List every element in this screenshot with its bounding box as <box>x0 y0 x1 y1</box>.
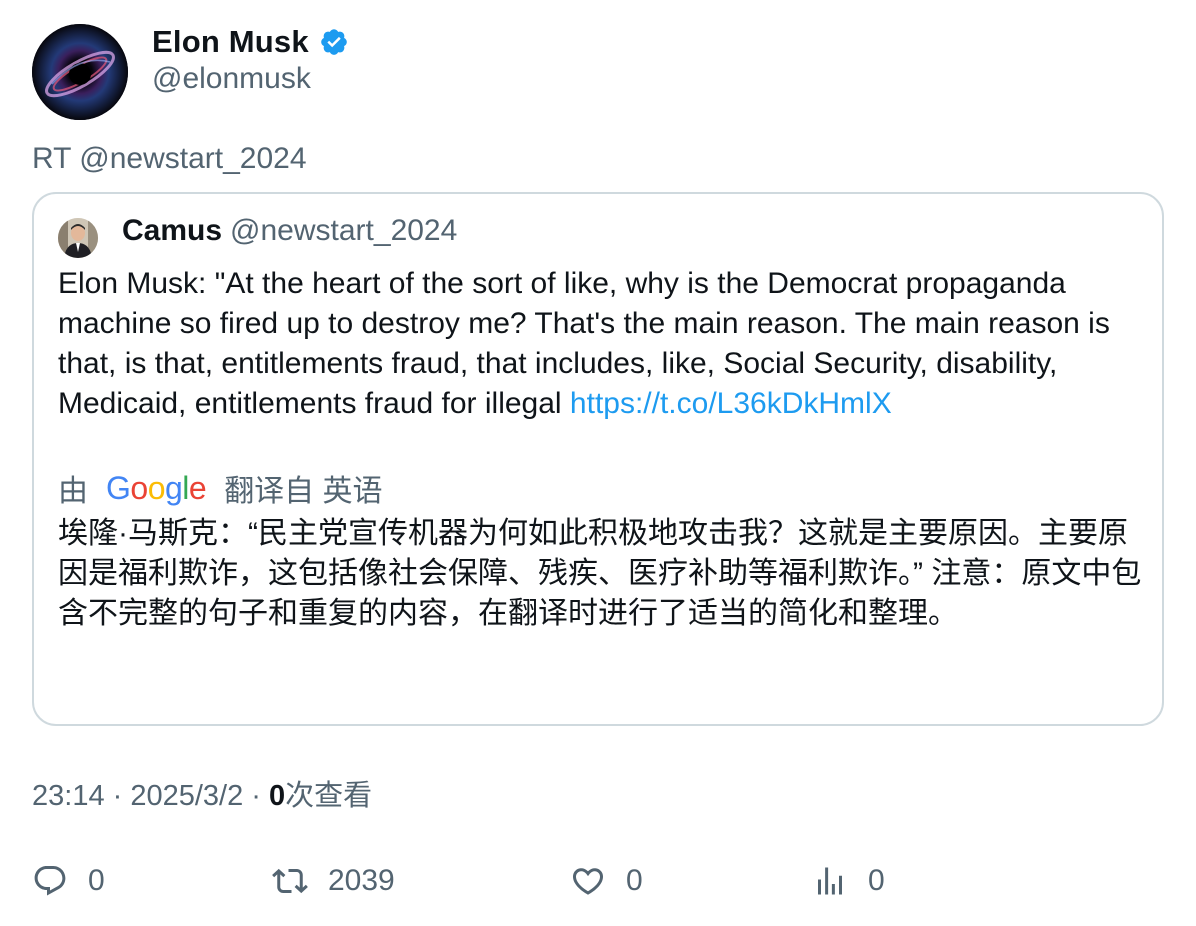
translate-from-label[interactable]: 翻译自 英语 <box>224 466 382 510</box>
reply-button[interactable]: 0 <box>32 856 105 906</box>
translation-attribution: 由 Google 翻译自 英语 <box>58 466 383 510</box>
views-label: 次查看 <box>285 780 373 812</box>
tweet-meta: 23:14 · 2025/3/2 · 0次查看 <box>32 772 372 814</box>
quoted-link[interactable]: https://t.co/L36kDkHmlX <box>570 387 892 420</box>
quoted-author-row: Camus @newstart_2024 <box>122 214 457 256</box>
retweet-button[interactable]: 2039 <box>272 856 395 906</box>
timestamp[interactable]: 23:14 · 2025/3/2 · <box>32 780 269 812</box>
reply-icon <box>34 866 66 896</box>
quoted-handle[interactable]: @newstart_2024 <box>230 214 457 248</box>
verified-badge-icon <box>319 27 349 57</box>
reply-count: 0 <box>88 864 105 897</box>
google-logo: Google <box>106 469 207 506</box>
translated-text: 埃隆·马斯克：“民主党宣传机器为何如此积极地攻击我？这就是主要原因。主要原因是福… <box>58 517 1142 630</box>
author-avatar[interactable] <box>32 24 128 120</box>
retweet-line: RT @newstart_2024 <box>32 142 307 175</box>
translate-by-label: 由 <box>58 475 88 508</box>
like-icon <box>572 868 604 895</box>
author-display-name[interactable]: Elon Musk <box>152 24 309 60</box>
like-count: 0 <box>626 864 643 897</box>
quoted-display-name[interactable]: Camus <box>122 214 222 248</box>
quoted-tweet-card[interactable]: Camus @newstart_2024 Elon Musk: "At the … <box>32 192 1164 726</box>
views-count: 0 <box>269 780 286 812</box>
author-handle[interactable]: @elonmusk <box>152 62 311 96</box>
views-button[interactable]: 0 <box>812 856 885 906</box>
tweet: Elon Musk @elonmusk RT @newstart_2024 Ca… <box>0 0 1196 926</box>
like-button[interactable]: 0 <box>570 856 643 906</box>
retweet-count: 2039 <box>328 864 395 897</box>
author-name-row: Elon Musk <box>152 22 349 62</box>
quoted-author-avatar[interactable] <box>58 218 98 258</box>
views-icon <box>818 867 842 895</box>
views-action-count: 0 <box>868 864 885 897</box>
retweet-icon <box>272 868 308 894</box>
action-bar: 0 2039 0 0 <box>32 856 1164 906</box>
quoted-text: Elon Musk: "At the heart of the sort of … <box>58 264 1148 424</box>
